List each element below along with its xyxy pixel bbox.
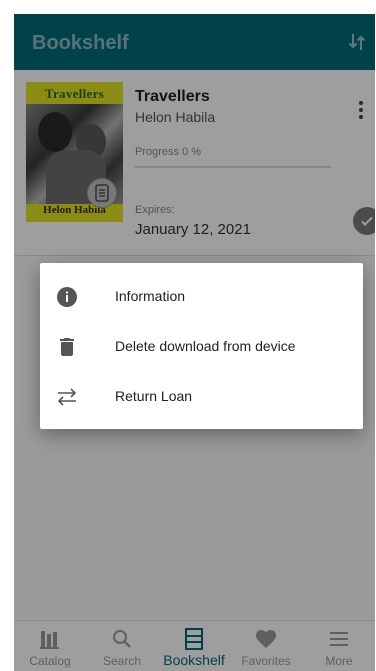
menu-item-delete-download[interactable]: Delete download from device — [40, 323, 363, 371]
menu-item-information[interactable]: Information — [40, 273, 363, 321]
menu-label-return-loan: Return Loan — [115, 388, 193, 404]
trash-icon — [60, 338, 74, 356]
info-icon — [57, 287, 77, 307]
screen: Bookshelf Travellers Helon Habila Travel… — [14, 14, 375, 671]
menu-label-delete-download: Delete download from device — [115, 338, 296, 354]
swap-arrows-icon — [57, 388, 77, 406]
menu-item-return-loan[interactable]: Return Loan — [40, 373, 363, 421]
menu-label-information: Information — [115, 288, 186, 304]
book-options-menu: Information Delete download from device … — [40, 263, 363, 429]
